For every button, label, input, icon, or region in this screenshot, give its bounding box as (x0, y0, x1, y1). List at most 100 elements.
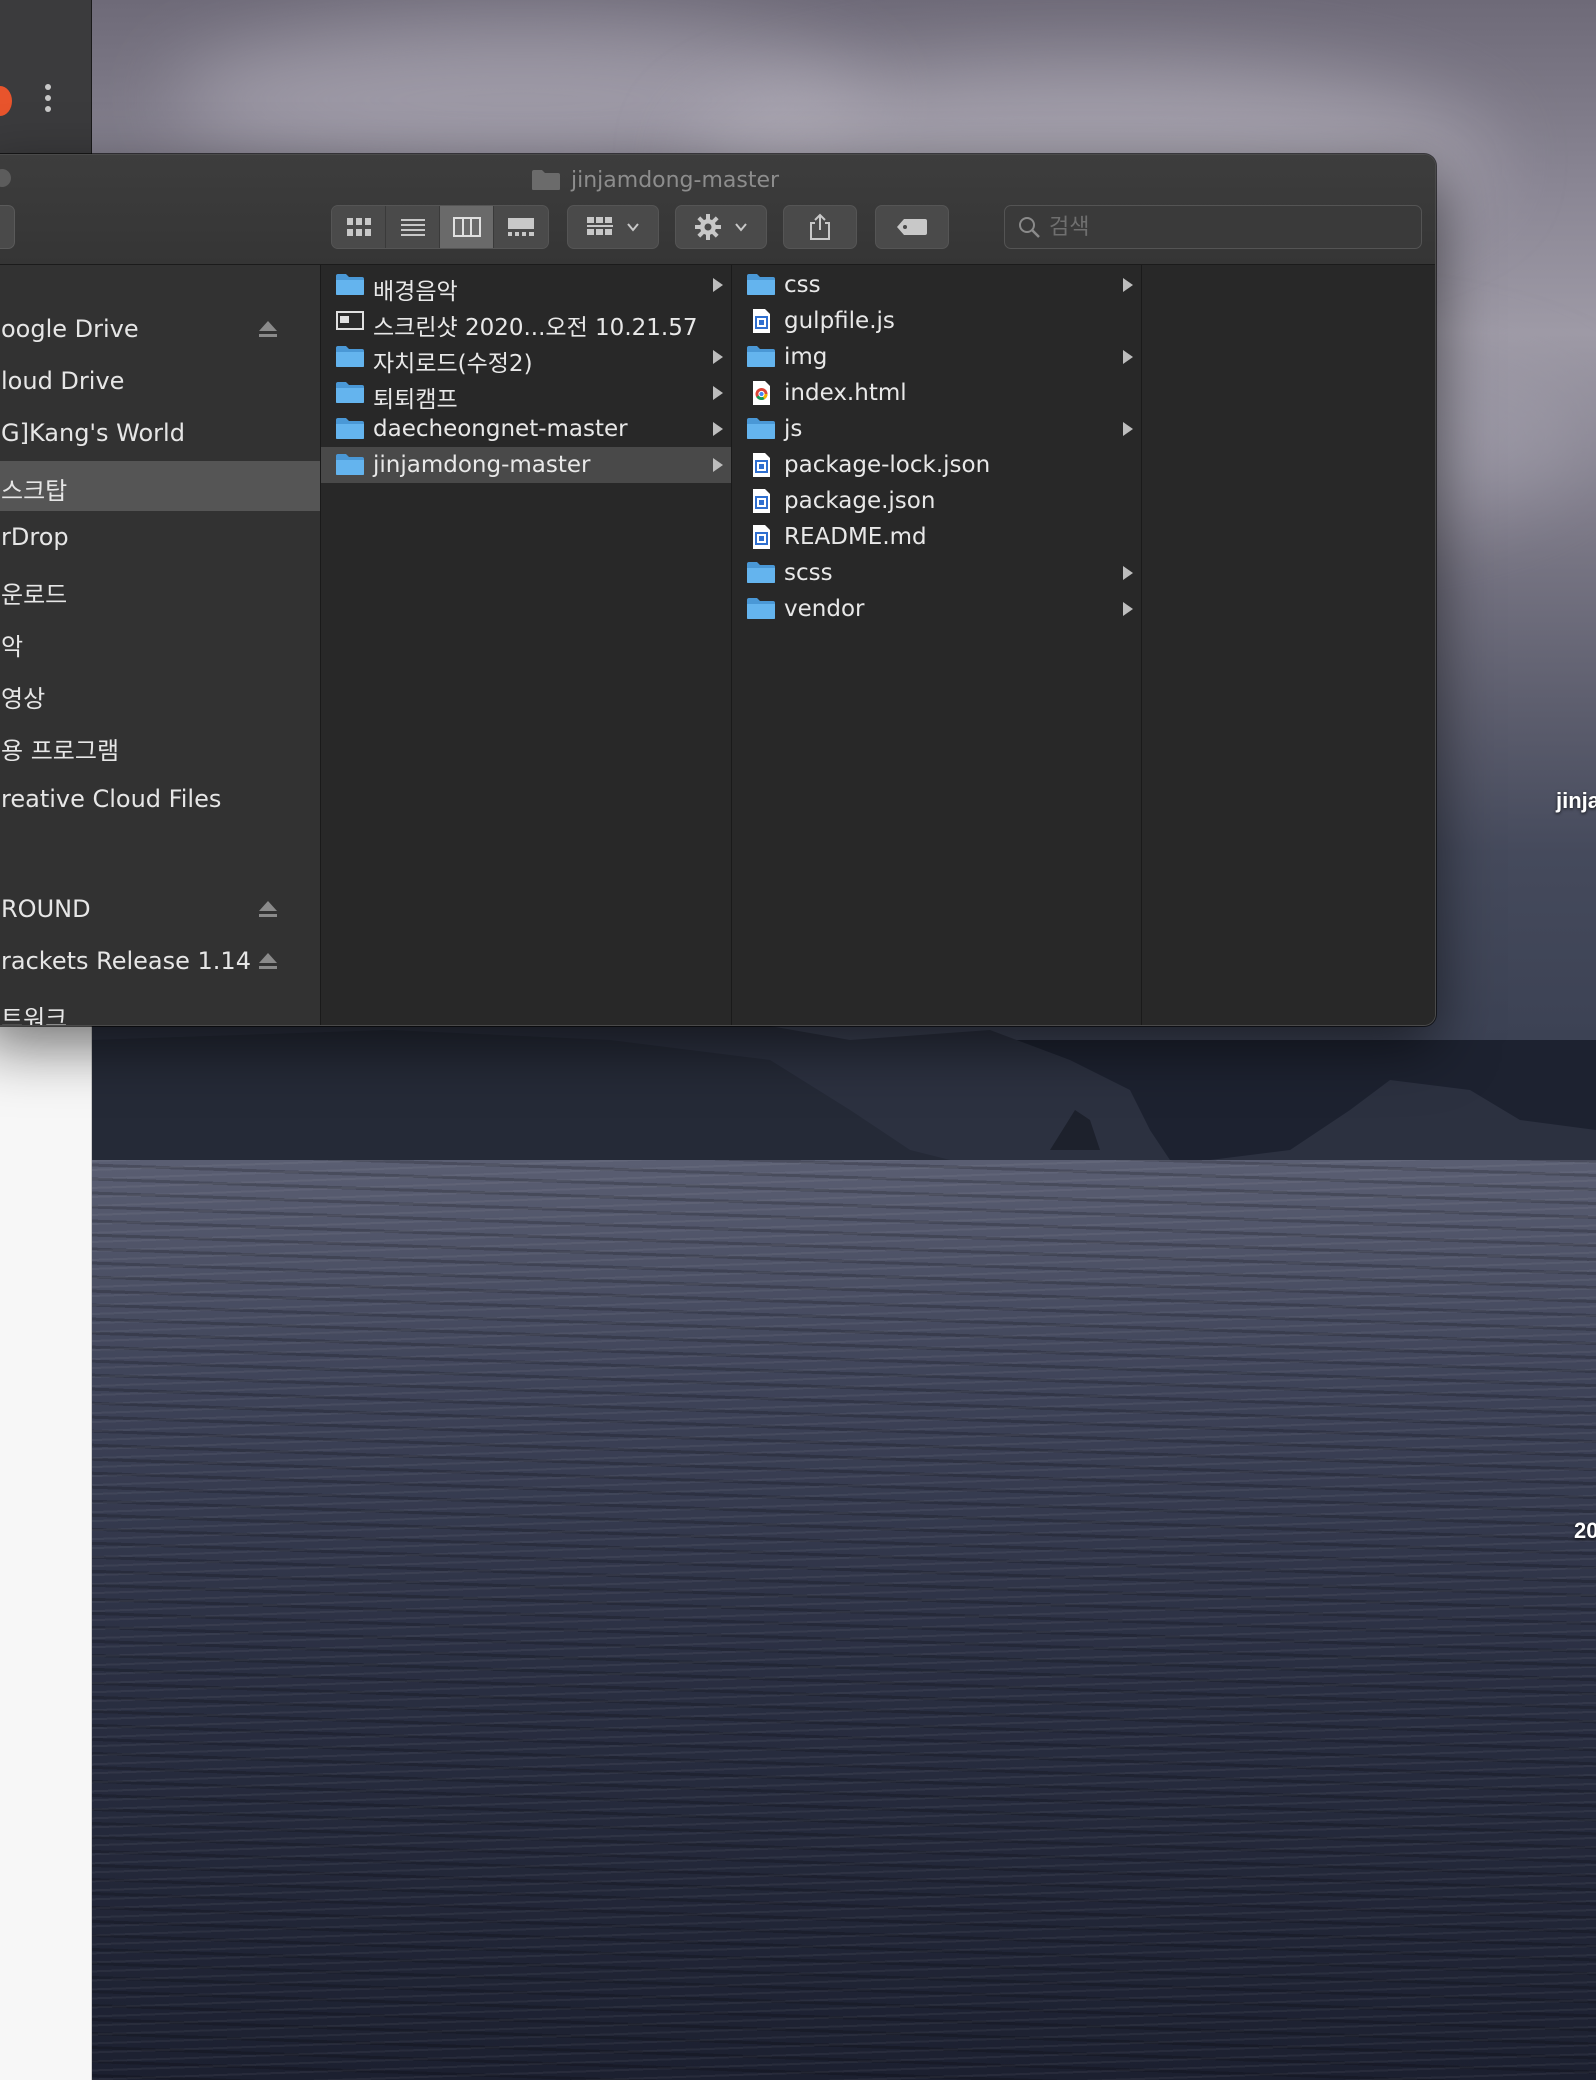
gallery-view-button[interactable] (494, 206, 548, 248)
sea (90, 1160, 1596, 2080)
sidebar-item-google-drive[interactable]: oogle Drive (0, 305, 320, 355)
icon-view-button[interactable] (332, 206, 386, 248)
background-app-toolbar (0, 0, 92, 158)
sidebar-item-label: rDrop (1, 523, 69, 551)
more-menu-icon[interactable] (40, 84, 56, 118)
folder-icon (335, 416, 365, 442)
back-button[interactable] (0, 205, 15, 249)
eject-icon[interactable] (259, 953, 277, 971)
action-menu-button[interactable] (675, 205, 767, 249)
window-control-button[interactable] (0, 169, 11, 187)
column-empty (1142, 265, 1435, 1025)
disclosure-arrow-icon (713, 422, 723, 436)
disclosure-arrow-icon (1123, 602, 1133, 616)
sidebar-item-label: ROUND (1, 895, 91, 923)
sidebar-item-icloud-drive[interactable]: loud Drive (0, 357, 320, 407)
list-item-label: jinjamdong-master (373, 452, 591, 478)
share-button[interactable] (783, 205, 857, 249)
column-desktop: 배경음악 스크린샷 2020...오전 10.21.57 자치로드(수정2) 퇴… (321, 265, 732, 1025)
sidebar-item-airdrop[interactable]: rDrop (0, 513, 320, 563)
group-by-button[interactable] (567, 205, 659, 249)
chrome-html-icon (746, 380, 776, 406)
chevron-down-icon (627, 223, 639, 232)
folder-icon (531, 169, 561, 191)
list-item[interactable]: 스크린샷 2020...오전 10.21.57 (321, 303, 731, 341)
list-item[interactable]: 자치로드(수정2) (321, 339, 731, 377)
sidebar-item-label: loud Drive (1, 367, 125, 395)
list-item[interactable]: daecheongnet-master (321, 411, 731, 447)
disclosure-arrow-icon (1123, 422, 1133, 436)
list-item[interactable]: gulpfile.js (732, 303, 1141, 339)
desktop-item-label[interactable]: jinja (1556, 788, 1596, 814)
list-item-label: 자치로드(수정2) (373, 351, 533, 377)
column-view-button[interactable] (440, 206, 494, 248)
list-view-icon (400, 219, 425, 236)
sidebar-item-label: 운로드 (1, 581, 68, 609)
sidebar-item-kangs-world[interactable]: G]Kang's World (0, 409, 320, 459)
sidebar-item-creative-cloud-files[interactable]: reative Cloud Files (0, 775, 320, 825)
list-view-button[interactable] (386, 206, 440, 248)
list-item-label: 스크린샷 2020...오전 10.21.57 (373, 315, 698, 341)
sidebar-item-applications[interactable]: 용 프로그램 (0, 721, 320, 771)
sidebar-item-movies[interactable]: 영상 (0, 669, 320, 719)
list-item-label: index.html (784, 380, 907, 406)
list-item-selected[interactable]: jinjamdong-master (321, 447, 731, 483)
tags-button[interactable] (875, 205, 949, 249)
list-item[interactable]: package-lock.json (732, 447, 1141, 483)
eject-icon[interactable] (259, 321, 277, 339)
search-field[interactable] (1004, 205, 1422, 249)
sidebar-item-desktop[interactable]: 스크탑 (0, 461, 320, 511)
disclosure-arrow-icon (713, 350, 723, 364)
disclosure-arrow-icon (713, 458, 723, 472)
sidebar-item-network[interactable]: 트워크 (0, 989, 320, 1026)
list-item-label: gulpfile.js (784, 308, 895, 334)
window-title: jinjamdong-master (531, 165, 779, 195)
disclosure-arrow-icon (1123, 278, 1133, 292)
document-icon (746, 308, 776, 334)
sidebar-item-brackets[interactable]: rackets Release 1.14 (0, 937, 320, 987)
mountains (90, 1005, 1596, 1180)
eject-icon[interactable] (259, 901, 277, 919)
folder-icon (335, 272, 365, 298)
list-item-label: scss (784, 560, 833, 586)
list-item[interactable]: index.html (732, 375, 1141, 411)
gallery-view-icon (508, 218, 534, 236)
search-input[interactable] (1049, 214, 1409, 240)
list-item[interactable]: css (732, 267, 1141, 303)
folder-icon (746, 272, 776, 298)
list-item[interactable]: README.md (732, 519, 1141, 555)
list-item-label: js (784, 416, 803, 442)
sidebar-item-label: 용 프로그램 (1, 737, 120, 765)
folder-icon (746, 596, 776, 622)
list-item[interactable]: scss (732, 555, 1141, 591)
sidebar-item-music[interactable]: 악 (0, 617, 320, 667)
list-item[interactable]: package.json (732, 483, 1141, 519)
screenshot-icon (335, 308, 365, 334)
list-item[interactable]: 퇴퇴캠프 (321, 375, 731, 413)
sidebar-item-round[interactable]: ROUND (0, 885, 320, 935)
folder-icon (335, 380, 365, 406)
sidebar-item-label: oogle Drive (1, 315, 139, 343)
column-view-icon (452, 217, 481, 237)
gear-icon (695, 214, 721, 240)
document-icon (746, 452, 776, 478)
list-item[interactable]: img (732, 339, 1141, 375)
folder-icon (746, 560, 776, 586)
document-icon (746, 524, 776, 550)
list-item[interactable]: js (732, 411, 1141, 447)
sidebar-item-label: 스크탑 (1, 477, 68, 505)
list-item[interactable]: vendor (732, 591, 1141, 627)
group-icon (587, 217, 613, 235)
sidebar-item-label: rackets Release 1.14 (1, 947, 251, 975)
desktop-item-label[interactable]: 20 (1574, 1518, 1596, 1544)
background-app-content (0, 1024, 92, 2080)
avatar[interactable] (0, 86, 12, 116)
list-item[interactable]: 배경음악 (321, 267, 731, 305)
sidebar-item-label: 영상 (1, 685, 46, 713)
disclosure-arrow-icon (713, 386, 723, 400)
list-item-label: css (784, 272, 821, 298)
list-item-label: 배경음악 (373, 279, 458, 305)
sidebar-item-label: 트워크 (1, 1005, 68, 1026)
sidebar-item-downloads[interactable]: 운로드 (0, 565, 320, 615)
list-item-label: img (784, 344, 828, 370)
